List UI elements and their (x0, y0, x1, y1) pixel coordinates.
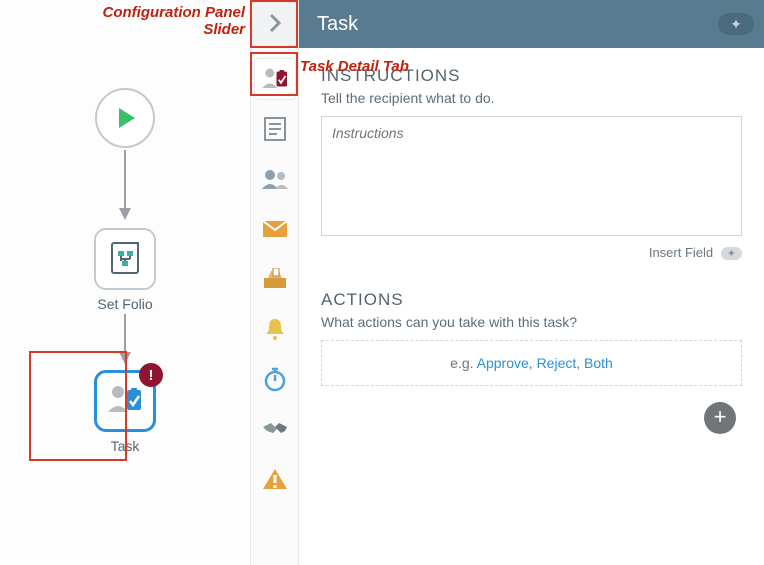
step-label: Set Folio (94, 296, 156, 312)
configuration-panel: Task ✦ (250, 0, 764, 565)
warning-icon (262, 467, 288, 491)
example-link-both[interactable]: Both (584, 355, 613, 371)
insert-field-pill-icon[interactable]: ✦ (721, 247, 742, 260)
panel-content: INSTRUCTIONS Tell the recipient what to … (299, 48, 764, 565)
insert-field-row: Insert Field ✦ (321, 245, 742, 260)
annotation-label: Task Detail Tab (300, 58, 409, 75)
panel-header: Task ✦ (251, 0, 764, 48)
alert-badge-icon: ! (139, 363, 163, 387)
start-node[interactable] (95, 88, 155, 148)
bell-icon (264, 317, 286, 341)
panel-title: Task (317, 13, 718, 36)
insert-field-link[interactable]: Insert Field (649, 245, 713, 260)
instructions-input[interactable] (321, 116, 742, 236)
workflow-canvas: Set Folio ! Task (0, 0, 250, 565)
config-tabs (251, 48, 299, 565)
example-link-reject[interactable]: Reject (537, 355, 577, 371)
form-icon (263, 116, 287, 142)
tab-inbox[interactable] (254, 258, 296, 300)
example-link-approve[interactable]: Approve (477, 355, 529, 371)
actions-example-prefix: e.g. (450, 355, 476, 371)
tab-form[interactable] (254, 108, 296, 150)
tab-email[interactable] (254, 208, 296, 250)
tab-errors[interactable] (254, 458, 296, 500)
tab-reminders[interactable] (254, 308, 296, 350)
tab-recipients[interactable] (254, 158, 296, 200)
folio-icon (108, 241, 142, 278)
annotation-box (250, 52, 298, 96)
annotation-box (29, 351, 127, 461)
play-icon (111, 104, 139, 132)
actions-example-box: e.g. Approve, Reject, Both (321, 340, 742, 386)
tab-deadline[interactable] (254, 358, 296, 400)
actions-heading: ACTIONS (321, 290, 742, 310)
arrow-icon (119, 150, 131, 223)
plus-icon: ✦ (730, 16, 742, 33)
annotation-label: Configuration Panel Slider (80, 4, 245, 38)
instructions-subtext: Tell the recipient what to do. (321, 90, 742, 106)
stopwatch-icon (263, 366, 287, 392)
actions-subtext: What actions can you take with this task… (321, 314, 742, 330)
mail-icon (262, 220, 288, 238)
users-icon (261, 168, 289, 190)
add-action-button[interactable]: + (704, 402, 736, 434)
ballot-box-icon (262, 268, 288, 290)
step-set-folio[interactable]: Set Folio (94, 228, 156, 312)
header-add-button[interactable]: ✦ (718, 13, 754, 35)
annotation-box (250, 0, 298, 48)
tab-handshake[interactable] (254, 408, 296, 450)
handshake-icon (261, 419, 289, 439)
plus-icon: + (714, 404, 727, 429)
